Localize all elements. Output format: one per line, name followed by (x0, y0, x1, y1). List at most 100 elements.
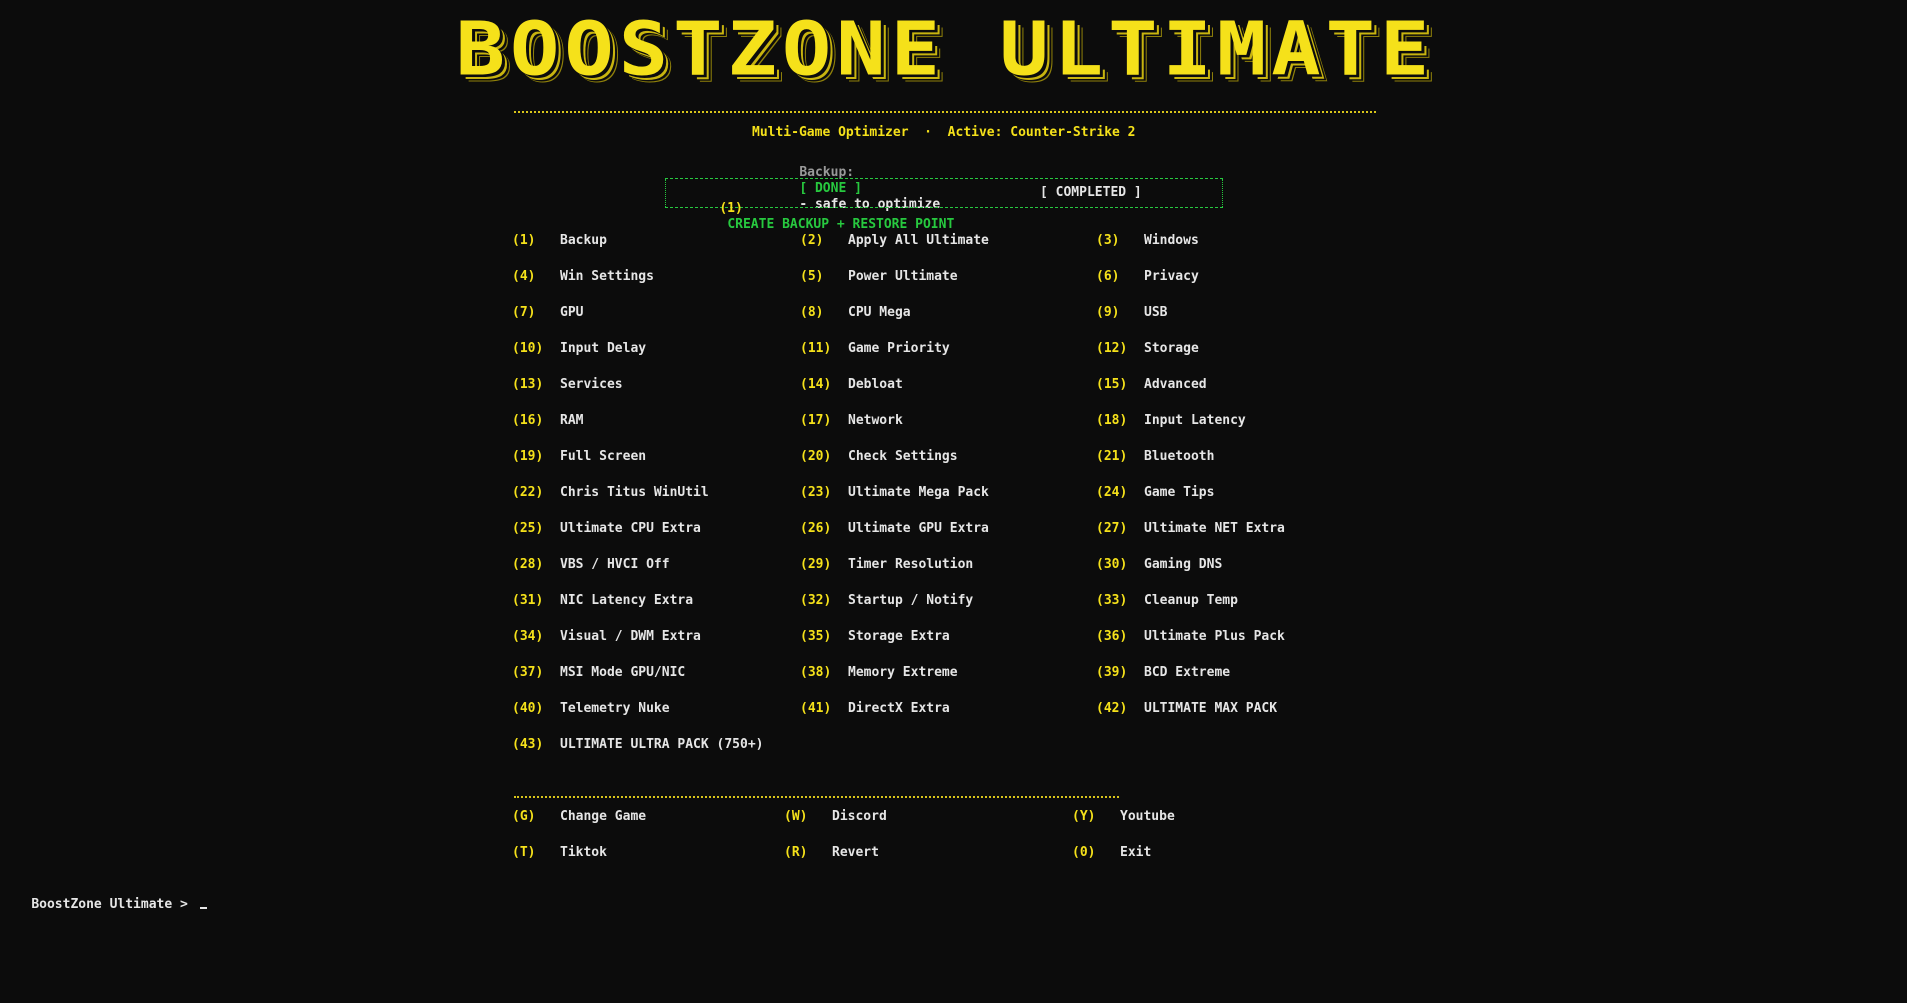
menu-item[interactable]: (21) Bluetooth (1096, 449, 1214, 465)
menu-item[interactable]: (16) RAM (512, 413, 583, 429)
menu-item-key: (17) (800, 413, 832, 428)
footer-menu-item[interactable]: (R) Revert (784, 845, 879, 861)
bottom-divider (514, 796, 1119, 798)
prompt-text: BoostZone Ultimate > (31, 897, 196, 912)
menu-item-label: Cleanup Temp (1144, 593, 1238, 608)
menu-item-key: (31) (512, 593, 544, 608)
menu-item[interactable]: (18) Input Latency (1096, 413, 1246, 429)
menu-item[interactable]: (26) Ultimate GPU Extra (800, 521, 989, 537)
footer-menu-label: Exit (1120, 845, 1152, 860)
menu-item[interactable]: (41) DirectX Extra (800, 701, 950, 717)
status-box-text: CREATE BACKUP + RESTORE POINT (727, 217, 955, 232)
top-divider (514, 111, 1376, 113)
menu-item-label: Power Ultimate (848, 269, 958, 284)
menu-item[interactable]: (20) Check Settings (800, 449, 958, 465)
menu-item-label: Ultimate NET Extra (1144, 521, 1285, 536)
menu-item[interactable]: (14) Debloat (800, 377, 903, 393)
menu-item-key: (16) (512, 413, 544, 428)
menu-item[interactable]: (5) Power Ultimate (800, 269, 958, 285)
menu-item[interactable]: (1) Backup (512, 233, 607, 249)
menu-item[interactable]: (9) USB (1096, 305, 1167, 321)
menu-item-key: (3) (1096, 233, 1120, 248)
menu-item-key: (8) (800, 305, 824, 320)
menu-item[interactable]: (27) Ultimate NET Extra (1096, 521, 1285, 537)
footer-menu-key: (Y) (1072, 809, 1096, 824)
menu-item-key: (25) (512, 521, 544, 536)
menu-item[interactable]: (6) Privacy (1096, 269, 1199, 285)
menu-item-label: Input Delay (560, 341, 647, 356)
menu-item[interactable]: (13) Services (512, 377, 623, 393)
menu-item-key: (9) (1096, 305, 1120, 320)
menu-item[interactable]: (19) Full Screen (512, 449, 646, 465)
menu-item-key: (37) (512, 665, 544, 680)
menu-item[interactable]: (10) Input Delay (512, 341, 646, 357)
menu-item[interactable]: (3) Windows (1096, 233, 1199, 249)
footer-menu-item[interactable]: (0) Exit (1072, 845, 1151, 861)
menu-item-label: Debloat (848, 377, 903, 392)
menu-item-label: Ultimate Plus Pack (1144, 629, 1285, 644)
menu-item[interactable]: (35) Storage Extra (800, 629, 950, 645)
menu-item-key: (20) (800, 449, 832, 464)
footer-menu-item[interactable]: (W) Discord (784, 809, 887, 825)
menu-item[interactable]: (33) Cleanup Temp (1096, 593, 1238, 609)
menu-item-key: (27) (1096, 521, 1128, 536)
menu-item-label: Visual / DWM Extra (560, 629, 701, 644)
menu-item[interactable]: (2) Apply All Ultimate (800, 233, 989, 249)
menu-item[interactable]: (11) Game Priority (800, 341, 950, 357)
menu-item-key: (38) (800, 665, 832, 680)
menu-item-key: (5) (800, 269, 824, 284)
menu-item[interactable]: (42) ULTIMATE MAX PACK (1096, 701, 1277, 717)
menu-item-label: VBS / HVCI Off (560, 557, 670, 572)
menu-item-label: ULTIMATE ULTRA PACK (750+) (560, 737, 764, 752)
menu-item[interactable]: (31) NIC Latency Extra (512, 593, 693, 609)
menu-item-key: (15) (1096, 377, 1128, 392)
menu-item-label: Network (848, 413, 903, 428)
menu-item[interactable]: (8) CPU Mega (800, 305, 911, 321)
menu-item-label: Win Settings (560, 269, 654, 284)
menu-item-key: (12) (1096, 341, 1128, 356)
command-prompt[interactable]: BoostZone Ultimate > (0, 881, 207, 929)
text-cursor (199, 907, 207, 909)
footer-menu-item[interactable]: (T) Tiktok (512, 845, 607, 861)
subtitle: Multi-Game Optimizer · Active: Counter-S… (752, 125, 1136, 140)
menu-item-label: Game Priority (848, 341, 950, 356)
menu-item-key: (1) (512, 233, 536, 248)
menu-item[interactable]: (36) Ultimate Plus Pack (1096, 629, 1285, 645)
menu-item[interactable]: (30) Gaming DNS (1096, 557, 1222, 573)
menu-item[interactable]: (43) ULTIMATE ULTRA PACK (750+) (512, 737, 764, 753)
menu-item[interactable]: (12) Storage (1096, 341, 1199, 357)
menu-item-label: Services (560, 377, 623, 392)
menu-item[interactable]: (32) Startup / Notify (800, 593, 973, 609)
menu-item-label: Timer Resolution (848, 557, 974, 572)
menu-item-label: MSI Mode GPU/NIC (560, 665, 686, 680)
menu-item[interactable]: (29) Timer Resolution (800, 557, 973, 573)
menu-item-key: (35) (800, 629, 832, 644)
menu-item-key: (2) (800, 233, 824, 248)
menu-item-label: Storage (1144, 341, 1199, 356)
menu-item-label: DirectX Extra (848, 701, 950, 716)
menu-item[interactable]: (15) Advanced (1096, 377, 1207, 393)
menu-item[interactable]: (25) Ultimate CPU Extra (512, 521, 701, 537)
menu-item[interactable]: (17) Network (800, 413, 903, 429)
menu-item-key: (33) (1096, 593, 1128, 608)
menu-item[interactable]: (22) Chris Titus WinUtil (512, 485, 709, 501)
menu-item[interactable]: (38) Memory Extreme (800, 665, 958, 681)
menu-item[interactable]: (4) Win Settings (512, 269, 654, 285)
menu-item[interactable]: (7) GPU (512, 305, 583, 321)
menu-item[interactable]: (39) BCD Extreme (1096, 665, 1230, 681)
menu-item-label: Apply All Ultimate (848, 233, 989, 248)
menu-item[interactable]: (24) Game Tips (1096, 485, 1214, 501)
menu-item[interactable]: (34) Visual / DWM Extra (512, 629, 701, 645)
menu-item[interactable]: (37) MSI Mode GPU/NIC (512, 665, 685, 681)
menu-item-key: (21) (1096, 449, 1128, 464)
menu-item-key: (40) (512, 701, 544, 716)
footer-menu-item[interactable]: (Y) Youtube (1072, 809, 1175, 825)
menu-item[interactable]: (28) VBS / HVCI Off (512, 557, 670, 573)
menu-item-key: (42) (1096, 701, 1128, 716)
menu-item[interactable]: (23) Ultimate Mega Pack (800, 485, 989, 501)
menu-item[interactable]: (40) Telemetry Nuke (512, 701, 670, 717)
menu-item-label: Memory Extreme (848, 665, 958, 680)
footer-menu-item[interactable]: (G) Change Game (512, 809, 646, 825)
menu-item-label: NIC Latency Extra (560, 593, 694, 608)
menu-item-label: Backup (560, 233, 607, 248)
